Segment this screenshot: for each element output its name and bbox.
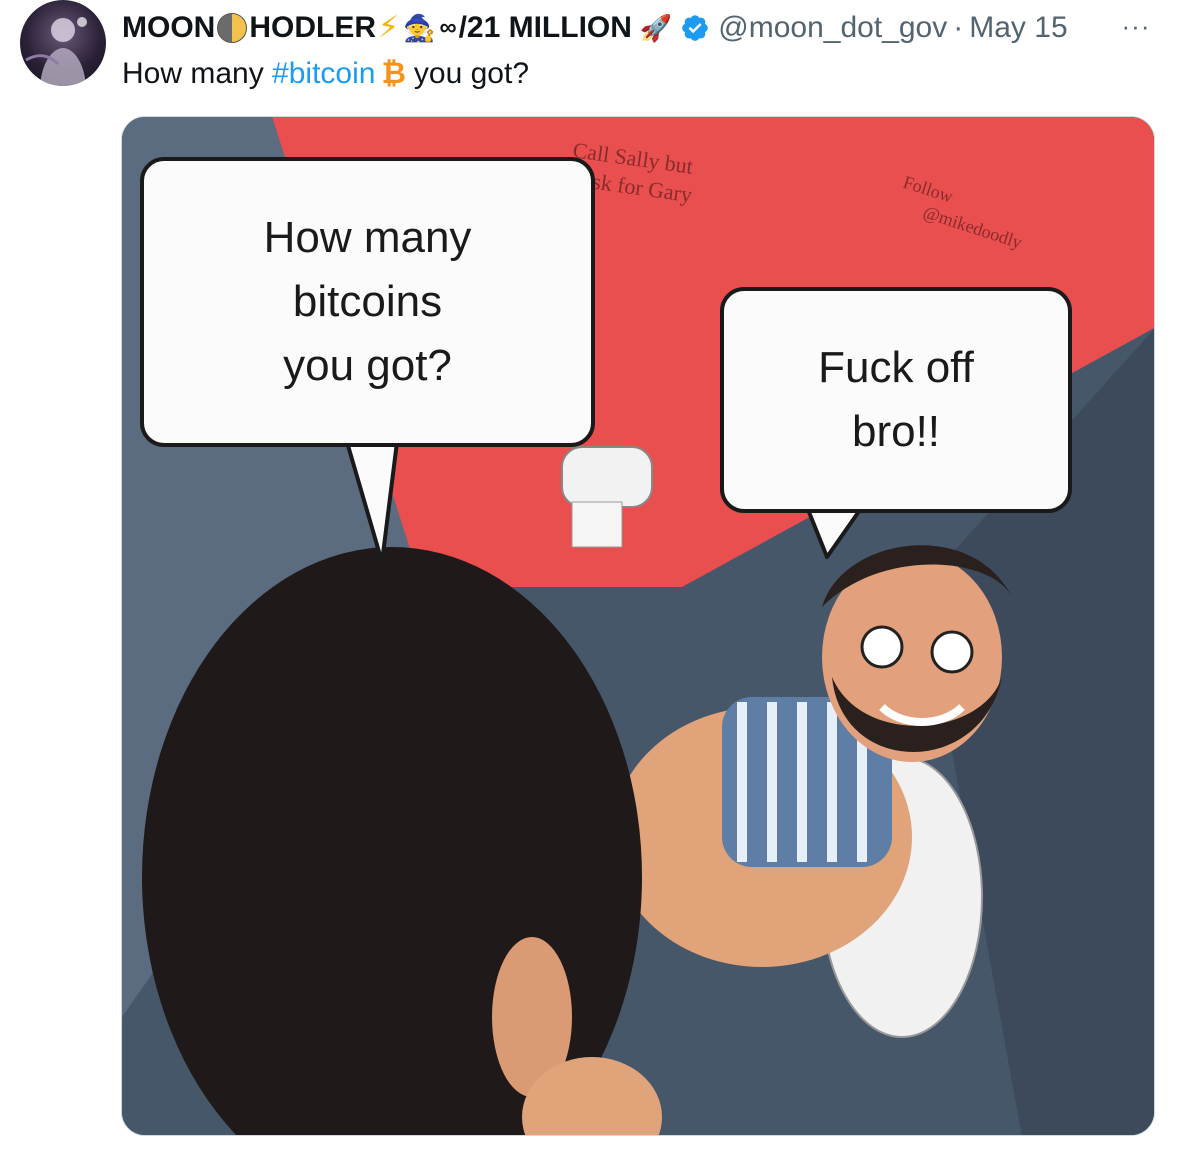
speech-bubble-left: How many bitcoins you got? (140, 157, 595, 447)
tweet-header: MOON HODLER ⚡ 🧙 ∞ /21 MILLION 🚀 @moon_do… (122, 6, 1068, 50)
speech-bubble-right: Fuck off bro!! (720, 287, 1072, 513)
author-name-21-million: /21 MILLION (458, 11, 632, 44)
author-avatar[interactable] (20, 0, 106, 86)
author-handle[interactable]: @moon_dot_gov (718, 8, 947, 48)
tweet-text-after: you got? (413, 57, 529, 90)
separator-dot: · (953, 11, 964, 44)
tweet-media-image[interactable]: Call Sally but ask for Gary Follow @mike… (121, 116, 1155, 1136)
toilet-paper-icon (561, 446, 653, 508)
hashtag-link[interactable]: #bitcoin (272, 57, 375, 90)
tweet-text: How many #bitcoin ₿ you got? (122, 54, 529, 94)
author-display-name[interactable]: MOON HODLER ⚡ 🧙 ∞ /21 MILLION 🚀 (122, 8, 674, 48)
bubble-right-line: bro!! (851, 407, 941, 456)
tweet-text-before: How many (122, 57, 273, 90)
bubble-left-line: you got? (283, 341, 452, 390)
lightning-icon: ⚡ (378, 11, 400, 44)
bubble-left-line: How many (263, 213, 472, 262)
bubble-left-line: bitcoins (292, 277, 443, 326)
more-icon: ··· (1121, 10, 1151, 41)
bubble-right-line: Fuck off (818, 343, 974, 392)
infinity-icon: ∞ (439, 14, 457, 41)
moon-icon (217, 13, 248, 43)
tweet-date[interactable]: May 15 (969, 8, 1067, 48)
author-name-hodler: HODLER (249, 11, 376, 44)
verified-badge-icon (680, 13, 710, 43)
tweet: MOON HODLER ⚡ 🧙 ∞ /21 MILLION 🚀 @moon_do… (0, 0, 1198, 1160)
more-options-button[interactable]: ··· (1116, 8, 1156, 44)
author-name-moon: MOON (122, 11, 216, 44)
rocket-icon: 🚀 (639, 13, 673, 43)
mage-icon: 🧙 (403, 13, 436, 43)
bitcoin-icon: ₿ (381, 57, 406, 90)
